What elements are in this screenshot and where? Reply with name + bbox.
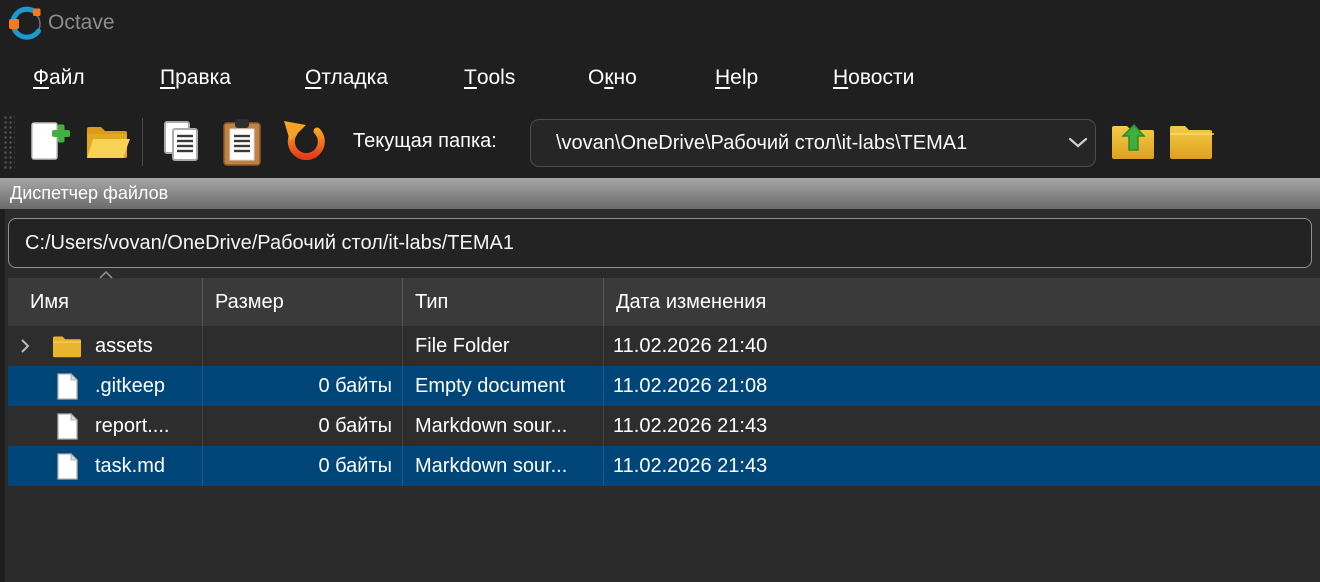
file-size: 0 байты [203, 366, 403, 406]
folder-up-button[interactable] [1108, 116, 1160, 168]
file-type: Empty document [403, 366, 604, 406]
new-file-button[interactable] [22, 116, 74, 168]
path-input[interactable]: C:/Users/vovan/OneDrive/Рабочий стол/it-… [8, 218, 1312, 268]
file-icon [48, 412, 86, 441]
file-name: task.md [95, 455, 165, 478]
file-name: report.... [95, 415, 169, 438]
file-type: File Folder [403, 326, 604, 366]
table-row-assets[interactable]: assets File Folder 11.02.2026 21:40 [8, 326, 1320, 366]
menu-news[interactable]: Новости [833, 50, 914, 105]
file-date: 11.02.2026 21:43 [604, 406, 1320, 446]
file-manager-panel: C:/Users/vovan/OneDrive/Рабочий стол/it-… [0, 209, 1320, 582]
file-size: 0 байты [203, 446, 403, 486]
toolbar-drag-handle[interactable] [3, 115, 15, 169]
toolbar-separator [142, 118, 143, 166]
expand-chevron-icon[interactable] [8, 338, 48, 354]
menu-debug[interactable]: Отладка [305, 50, 388, 105]
menu-help[interactable]: Help [715, 50, 758, 105]
folder-up-icon [1109, 120, 1159, 164]
new-file-icon [24, 118, 72, 166]
file-type: Markdown sour... [403, 406, 604, 446]
menu-file[interactable]: Файл [33, 50, 85, 105]
file-table: Имя Размер Тип Дата изменения [8, 278, 1320, 486]
octave-logo-icon [8, 6, 44, 42]
table-row-task[interactable]: task.md 0 байты Markdown sour... 11.02.2… [8, 446, 1320, 486]
octave-window: Octave Файл Правка Отладка Tools Окно He… [0, 0, 1320, 582]
column-header-date[interactable]: Дата изменения [604, 278, 1320, 326]
file-type: Markdown sour... [403, 446, 604, 486]
current-folder-value: \vovan\OneDrive\Рабочий стол\it-labs\ТЕМ… [531, 132, 1061, 155]
paste-icon [218, 117, 266, 167]
file-date: 11.02.2026 21:08 [604, 366, 1320, 406]
file-name: .gitkeep [95, 375, 165, 398]
file-manager-titlebar: Диспетчер файлов [0, 178, 1320, 209]
file-size [203, 326, 403, 366]
main-toolbar: Текущая папка: \vovan\OneDrive\Рабочий с… [0, 105, 1320, 178]
file-table-header: Имя Размер Тип Дата изменения [8, 278, 1320, 326]
folder-icon [48, 333, 86, 359]
chevron-down-icon [1061, 137, 1095, 149]
current-folder-combobox[interactable]: \vovan\OneDrive\Рабочий стол\it-labs\ТЕМ… [530, 119, 1096, 167]
undo-button[interactable] [279, 116, 331, 168]
open-folder-button[interactable] [82, 116, 134, 168]
panel-title: Диспетчер файлов [0, 183, 168, 204]
copy-button[interactable] [156, 116, 208, 168]
browse-folder-icon [1167, 120, 1217, 164]
column-header-type[interactable]: Тип [403, 278, 604, 326]
file-name: assets [95, 335, 153, 358]
panel-left-edge [0, 209, 5, 582]
file-date: 11.02.2026 21:43 [604, 446, 1320, 486]
undo-icon [281, 118, 329, 166]
file-icon [48, 372, 86, 401]
copy-icon [158, 118, 206, 166]
file-date: 11.02.2026 21:40 [604, 326, 1320, 366]
app-title: Octave [48, 11, 115, 35]
file-size: 0 байты [203, 406, 403, 446]
window-titlebar: Octave [0, 0, 1320, 50]
current-folder-label: Текущая папка: [353, 105, 497, 178]
column-header-size[interactable]: Размер [203, 278, 403, 326]
table-row-report[interactable]: report.... 0 байты Markdown sour... 11.0… [8, 406, 1320, 446]
menu-edit[interactable]: Правка [160, 50, 231, 105]
browse-folder-button[interactable] [1166, 116, 1218, 168]
table-row-gitkeep[interactable]: .gitkeep 0 байты Empty document 11.02.20… [8, 366, 1320, 406]
menu-window[interactable]: Окно [588, 50, 637, 105]
paste-button[interactable] [216, 116, 268, 168]
file-icon [48, 452, 86, 481]
sort-ascending-icon [98, 270, 114, 279]
menu-tools[interactable]: Tools [464, 50, 515, 105]
column-header-name[interactable]: Имя [8, 278, 203, 326]
open-folder-icon [83, 120, 133, 164]
menu-bar: Файл Правка Отладка Tools Окно Help Ново… [0, 50, 1320, 105]
